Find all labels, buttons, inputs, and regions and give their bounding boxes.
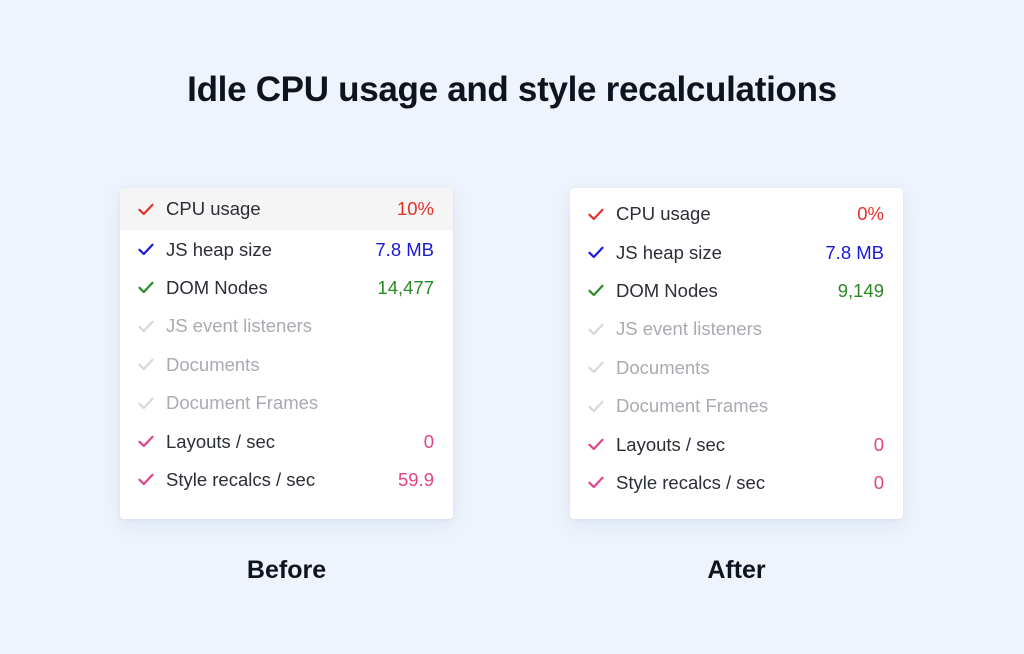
metric-value: 7.8 MB [375, 238, 434, 260]
page-title: Idle CPU usage and style recalculations [187, 70, 837, 109]
metric-value: 14,477 [377, 276, 434, 298]
check-icon[interactable] [586, 281, 606, 301]
metric-value: 0 [873, 433, 884, 455]
check-icon[interactable] [136, 240, 156, 260]
check-icon[interactable] [136, 316, 156, 336]
metric-label: Style recalcs / sec [616, 471, 766, 493]
metric-row-cpu-usage[interactable]: CPU usage 0% [570, 195, 903, 233]
after-caption: After [707, 556, 766, 584]
performance-monitor-before-panel: CPU usage 10% JS heap size 7.8 MB DOM Nodes 1… [120, 188, 453, 519]
metric-row-document-frames[interactable]: Document Frames [570, 387, 903, 425]
metric-row-js-heap-size[interactable]: JS heap size 7.8 MB [120, 230, 453, 268]
metric-label: JS event listeners [616, 318, 763, 340]
metric-label: DOM Nodes [166, 276, 268, 298]
metric-label: Style recalcs / sec [166, 468, 316, 490]
metric-value: 0 [873, 471, 884, 493]
metric-row-style-recalcs-sec[interactable]: Style recalcs / sec 59.9 [120, 461, 453, 499]
metric-row-js-event-listeners[interactable]: JS event listeners [570, 310, 903, 348]
check-icon[interactable] [136, 393, 156, 413]
metric-row-documents[interactable]: Documents [570, 349, 903, 387]
metric-value: 59.9 [397, 468, 434, 490]
before-caption: Before [246, 556, 327, 584]
metric-value: 0% [857, 203, 884, 225]
metric-label: Layouts / sec [616, 433, 726, 455]
metric-value: 7.8 MB [825, 241, 884, 263]
check-icon[interactable] [586, 358, 606, 378]
check-icon[interactable] [586, 204, 606, 224]
metric-row-style-recalcs-sec[interactable]: Style recalcs / sec 0 [570, 464, 903, 502]
metric-row-js-heap-size[interactable]: JS heap size 7.8 MB [570, 233, 903, 271]
check-icon[interactable] [586, 396, 606, 416]
metric-label: JS heap size [616, 241, 722, 263]
metric-row-layouts-sec[interactable]: Layouts / sec 0 [120, 422, 453, 460]
metric-row-documents[interactable]: Documents [120, 346, 453, 384]
metric-label: JS event listeners [166, 315, 313, 337]
metric-label: CPU usage [616, 203, 711, 225]
metric-row-dom-nodes[interactable]: DOM Nodes 14,477 [120, 269, 453, 307]
metric-row-js-event-listeners[interactable]: JS event listeners [120, 307, 453, 345]
check-icon[interactable] [586, 473, 606, 493]
metric-row-document-frames[interactable]: Document Frames [120, 384, 453, 422]
check-icon[interactable] [136, 199, 156, 219]
metric-row-layouts-sec[interactable]: Layouts / sec 0 [570, 425, 903, 463]
check-icon[interactable] [586, 243, 606, 263]
metric-row-cpu-usage[interactable]: CPU usage 10% [120, 188, 453, 231]
metric-row-dom-nodes[interactable]: DOM Nodes 9,149 [570, 272, 903, 310]
check-icon[interactable] [586, 435, 606, 455]
metric-label: JS heap size [166, 238, 272, 260]
metric-value: 9,149 [837, 279, 884, 301]
check-icon[interactable] [136, 355, 156, 375]
metric-label: Documents [166, 353, 260, 375]
check-icon[interactable] [136, 470, 156, 490]
metric-label: Document Frames [616, 395, 769, 417]
check-icon[interactable] [136, 278, 156, 298]
metric-label: Layouts / sec [166, 430, 276, 452]
metric-value: 0 [423, 430, 434, 452]
metric-value: 10% [396, 198, 434, 220]
metric-label: Document Frames [166, 392, 319, 414]
performance-monitor-after-panel: CPU usage 0% JS heap size 7.8 MB DOM Nodes 9,… [570, 188, 903, 519]
metric-label: Documents [616, 356, 710, 378]
check-icon[interactable] [586, 319, 606, 339]
metric-label: DOM Nodes [616, 279, 718, 301]
check-icon[interactable] [136, 432, 156, 452]
metric-label: CPU usage [166, 198, 261, 220]
